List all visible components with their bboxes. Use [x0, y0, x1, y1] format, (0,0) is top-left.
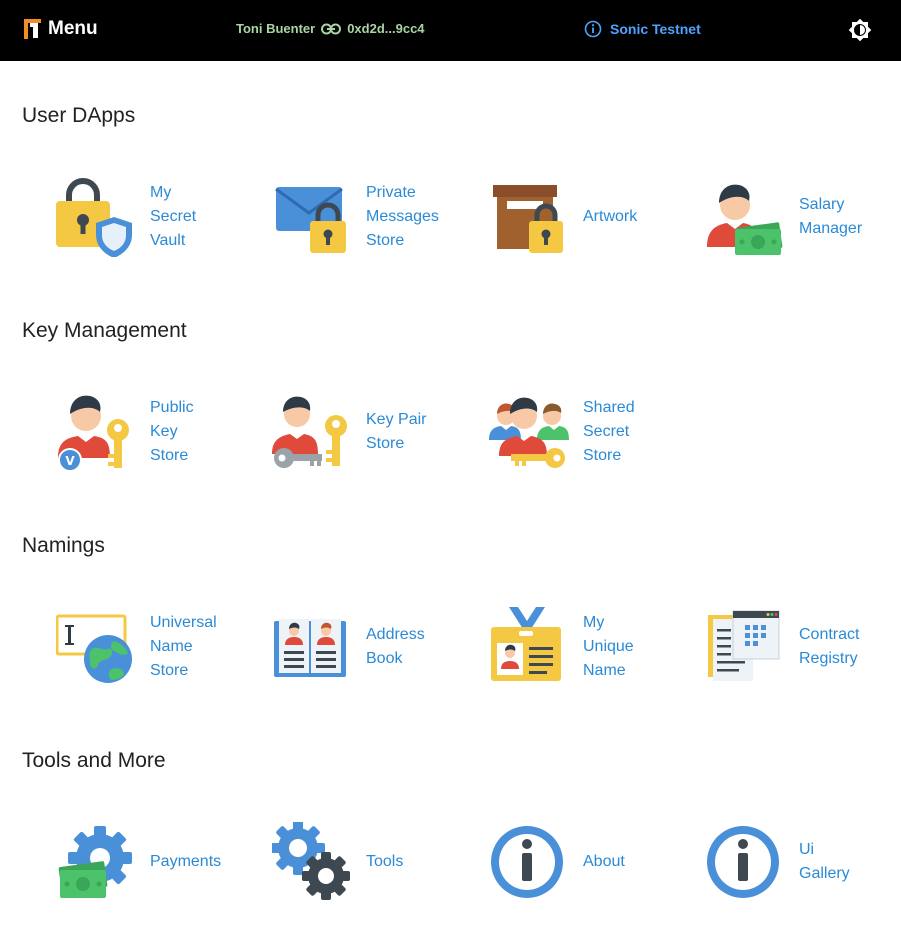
tile-label: Key Pair Store	[366, 411, 427, 452]
info-circle-icon	[584, 20, 602, 38]
app-logo-icon	[24, 19, 43, 39]
person-money-icon	[707, 184, 783, 255]
account-name: Toni Buenter	[236, 21, 316, 36]
tile-salary-manager[interactable]: Salary Manager	[705, 172, 901, 262]
info-icon	[491, 826, 563, 898]
gear-money-icon	[58, 826, 132, 898]
tile-artwork[interactable]: Artwork	[489, 172, 699, 262]
svg-text:V: V	[65, 454, 75, 468]
person-key-icon: V	[58, 395, 129, 472]
tile-label: Salary Manager	[799, 196, 863, 237]
menu-label: Menu	[48, 18, 98, 39]
person-keypair-icon	[272, 396, 347, 468]
tile-label: Ui Gallery	[799, 841, 850, 882]
tile-ui-gallery[interactable]: Ui Gallery	[705, 817, 901, 907]
tile-label: Artwork	[583, 208, 638, 225]
tile-label: Shared Secret Store	[583, 399, 635, 464]
network-selector[interactable]: Sonic Testnet	[584, 20, 701, 38]
tile-public-key-store[interactable]: V Public Key Store	[56, 387, 266, 477]
envelope-lock-icon	[275, 187, 346, 253]
tile-label: Contract Registry	[799, 626, 860, 667]
address-book-icon	[274, 619, 346, 677]
tile-key-pair-store[interactable]: Key Pair Store	[272, 387, 482, 477]
info-icon	[707, 826, 779, 898]
tile-private-messages-store[interactable]: Private Messages Store	[272, 172, 482, 262]
account-info[interactable]: Toni Buenter 0xd2d...9cc4	[236, 21, 425, 36]
group-key-icon	[489, 397, 569, 468]
section-title-namings: Namings	[22, 534, 105, 557]
lock-shield-icon	[56, 178, 132, 257]
tile-label: About	[583, 853, 625, 870]
tile-label: My Unique Name	[583, 614, 634, 679]
menu-button[interactable]: Menu	[24, 18, 98, 40]
tile-my-unique-name[interactable]: My Unique Name	[489, 602, 699, 692]
tile-label: Public Key Store	[150, 399, 194, 464]
box-lock-icon	[493, 185, 563, 253]
account-address: 0xd2d...9cc4	[347, 21, 425, 36]
document-registry-icon	[708, 610, 780, 681]
section-title-tools: Tools and More	[22, 749, 166, 772]
tile-label: Universal Name Store	[150, 614, 217, 679]
network-name: Sonic Testnet	[610, 21, 701, 37]
section-title-key-management: Key Management	[22, 319, 187, 342]
brightness-icon[interactable]	[848, 18, 872, 42]
link-icon	[321, 23, 342, 34]
tile-payments[interactable]: Payments	[56, 817, 266, 907]
tile-label: Private Messages Store	[366, 184, 439, 249]
tile-label: My Secret Vault	[150, 184, 197, 249]
tile-label: Payments	[150, 853, 222, 870]
tile-label: Tools	[366, 853, 404, 870]
tile-tools[interactable]: Tools	[272, 817, 482, 907]
tile-shared-secret-store[interactable]: Shared Secret Store	[489, 387, 699, 477]
gears-icon	[272, 822, 350, 900]
tile-about[interactable]: About	[489, 817, 699, 907]
globe-name-icon	[56, 614, 132, 683]
tile-my-secret-vault[interactable]: My Secret Vault	[56, 172, 266, 262]
tile-contract-registry[interactable]: Contract Registry	[705, 602, 901, 692]
tile-universal-name-store[interactable]: Universal Name Store	[56, 602, 266, 692]
tile-address-book[interactable]: Address Book	[272, 602, 482, 692]
top-bar: Menu Toni Buenter 0xd2d...9cc4 Sonic Tes…	[0, 0, 901, 61]
id-badge-icon	[491, 607, 561, 681]
section-title-user-dapps: User DApps	[22, 104, 136, 127]
tile-label: Address Book	[366, 626, 425, 667]
